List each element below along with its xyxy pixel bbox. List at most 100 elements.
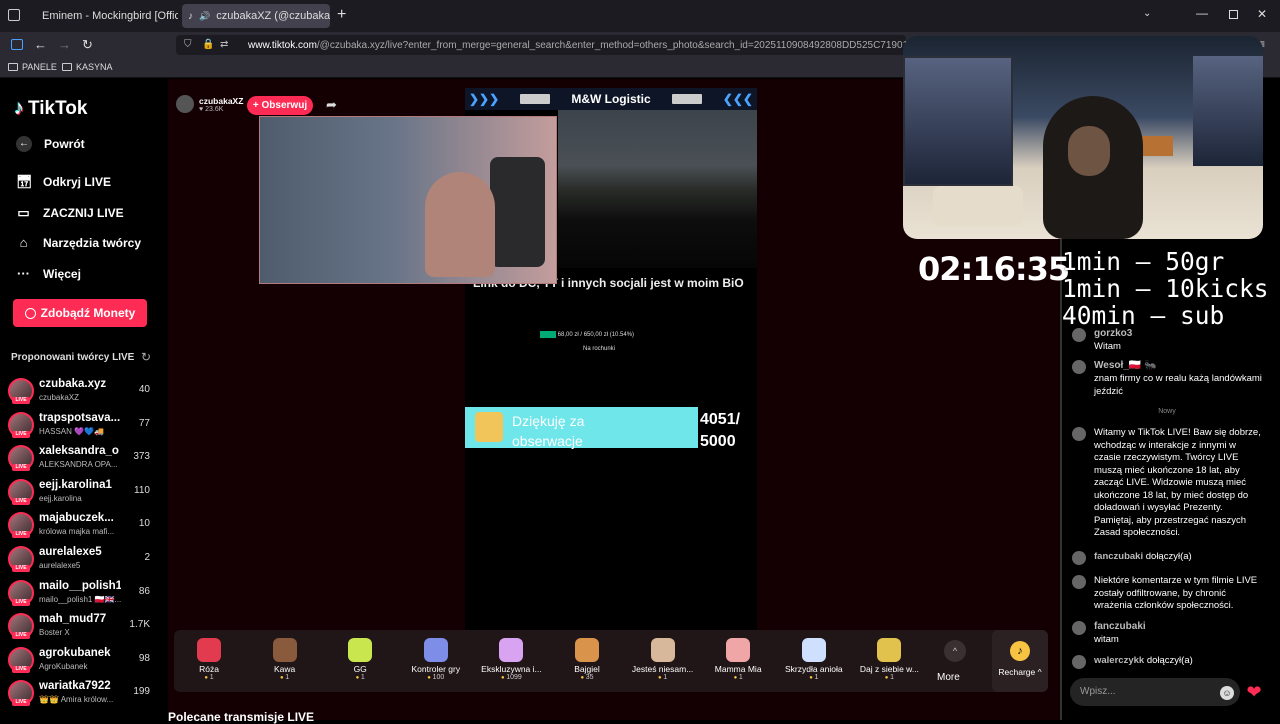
maximize-icon[interactable] bbox=[1229, 10, 1238, 19]
recharge-button[interactable]: ♪ Recharge ^ bbox=[992, 630, 1048, 692]
chat-text: witam bbox=[1094, 634, 1119, 645]
gift-item[interactable]: Róża1 bbox=[174, 630, 244, 692]
suggested-creators-title: Proponowani twórcy LIVE bbox=[11, 352, 135, 363]
gift-item[interactable]: Ekskluzywna i...1099 bbox=[476, 630, 546, 692]
creator-item[interactable]: LIVE wariatka7922 👑👑 Amira królow... 199 bbox=[8, 677, 156, 709]
permissions-icon[interactable]: ⇄ bbox=[220, 39, 228, 50]
forward-icon[interactable]: → bbox=[58, 37, 71, 52]
gift-item[interactable]: Kawa1 bbox=[250, 630, 320, 692]
chat-avatar[interactable] bbox=[1072, 427, 1086, 441]
creator-item[interactable]: LIVE mah_mud77 Boster X 1.7K bbox=[8, 610, 156, 642]
reload-icon[interactable]: ↻ bbox=[82, 37, 93, 53]
tab-title: czubakaXZ (@czubaka.xyz) bbox=[216, 10, 330, 22]
folder-icon bbox=[8, 63, 18, 71]
gift-item[interactable]: Skrzydła anioła1 bbox=[779, 630, 849, 692]
chat-avatar[interactable] bbox=[1072, 551, 1086, 565]
gift-item[interactable]: Jesteś niesam...1 bbox=[628, 630, 698, 692]
gift-name: Kontroler gry bbox=[411, 664, 461, 674]
share-icon[interactable]: ➦ bbox=[326, 97, 337, 113]
gift-name: Róża bbox=[199, 664, 219, 674]
gift-item[interactable]: Mamma Mia1 bbox=[703, 630, 773, 692]
heart-icon[interactable]: ❤ bbox=[1242, 678, 1266, 706]
chat-text: dołączył(a) bbox=[1145, 551, 1192, 562]
chat-avatar[interactable] bbox=[1072, 575, 1086, 589]
chat-username[interactable]: walerczykk bbox=[1094, 655, 1144, 666]
gift-name: Jesteś niesam... bbox=[631, 664, 694, 674]
speaker-icon[interactable]: 🔊 bbox=[199, 11, 210, 22]
bookmark-kasyna[interactable]: KASYNA bbox=[62, 62, 113, 72]
chat-avatar[interactable] bbox=[1072, 621, 1086, 635]
creator-name: majabuczek... bbox=[39, 512, 114, 525]
live-badge: LIVE bbox=[12, 565, 30, 572]
viewer-count: 199 bbox=[133, 686, 150, 698]
gift-icon bbox=[877, 638, 902, 662]
nav-back[interactable]: ← Powrót bbox=[16, 136, 85, 152]
chat-username[interactable]: Wesoł_🇵🇱 🐜 bbox=[1094, 360, 1157, 373]
creator-item[interactable]: LIVE aurelalexe5 aurelalexe5 2 bbox=[8, 543, 156, 575]
creator-name: agrokubanek bbox=[39, 646, 111, 659]
gift-icon bbox=[575, 638, 599, 662]
tiktok-logo[interactable]: ♪ TikTok bbox=[14, 97, 87, 120]
chevron-down-icon[interactable]: ⌄ bbox=[1143, 8, 1151, 19]
minimize-icon[interactable]: — bbox=[1196, 6, 1208, 20]
lock-icon[interactable]: 🔒 bbox=[202, 39, 214, 50]
creator-item[interactable]: LIVE xaleksandra_o ALEKSANDRA OPA... 373 bbox=[8, 442, 156, 474]
viewer-count: 98 bbox=[138, 652, 150, 664]
streamer-avatar[interactable] bbox=[176, 95, 194, 113]
gift-price: 100 bbox=[401, 674, 471, 681]
creator-item[interactable]: LIVE agrokubanek AgroKubanek 98 bbox=[8, 644, 156, 676]
tiktok-sidebar: ♪ TikTok ← Powrót 📅︎ Odkryj LIVE ▭ ZACZN… bbox=[0, 79, 168, 720]
creator-item[interactable]: LIVE czubaka.xyz czubakaXZ 40 bbox=[8, 375, 156, 407]
emoji-icon[interactable]: ☺ bbox=[1220, 686, 1234, 700]
shield-icon[interactable]: ⛉ bbox=[184, 39, 192, 50]
creator-name: mailo__polish1 bbox=[39, 579, 121, 592]
gift-item[interactable]: Daj z siebie w...1 bbox=[854, 630, 924, 692]
gift-item[interactable]: GG1 bbox=[325, 630, 395, 692]
new-messages-divider: Nowy bbox=[1158, 408, 1176, 415]
bookmark-panele[interactable]: PANELE bbox=[8, 62, 57, 72]
nav-discover-live[interactable]: 📅︎ Odkryj LIVE bbox=[16, 174, 111, 190]
url-input[interactable]: ⛉ 🔒 ⇄ www.tiktok.com/@czubaka.xyz/live?e… bbox=[176, 35, 906, 55]
chat-input[interactable]: Wpisz... ☺ bbox=[1070, 678, 1240, 706]
chat-avatar[interactable] bbox=[1072, 360, 1086, 374]
sidebar-toggle-icon[interactable] bbox=[11, 39, 23, 50]
chat-avatar[interactable] bbox=[1072, 328, 1086, 342]
creator-item[interactable]: LIVE majabuczek... królowa majka mafi... 10 bbox=[8, 509, 156, 541]
gift-price: 1 bbox=[325, 674, 395, 681]
gift-item[interactable]: Bajgiel35 bbox=[552, 630, 622, 692]
creator-nickname: eejj.karolina bbox=[39, 493, 82, 503]
gaming-chair bbox=[490, 157, 545, 267]
back-icon[interactable]: ← bbox=[34, 37, 47, 52]
creator-nickname: AgroKubanek bbox=[39, 661, 88, 671]
live-badge: LIVE bbox=[12, 531, 30, 539]
nav-more[interactable]: ··· Więcej bbox=[16, 266, 81, 281]
system-text: Niektóre komentarze w tym filmie LIVE zo… bbox=[1094, 575, 1258, 611]
chat-username[interactable]: fanczubaki bbox=[1094, 551, 1143, 562]
get-coins-button[interactable]: Zdobądź Monety bbox=[13, 299, 147, 327]
chat-avatar[interactable] bbox=[1072, 655, 1086, 669]
new-tab-icon[interactable]: + bbox=[337, 6, 346, 24]
refresh-icon[interactable]: ↻ bbox=[141, 350, 151, 364]
creator-nickname: ALEKSANDRA OPA... bbox=[39, 460, 118, 470]
live-badge: LIVE bbox=[12, 397, 30, 404]
creator-item[interactable]: LIVE eejj.karolina1 eejj.karolina 110 bbox=[8, 476, 156, 508]
follow-button[interactable]: + Obserwuj bbox=[247, 96, 313, 115]
more-gifts-label[interactable]: More bbox=[937, 672, 960, 683]
tab-list-icon[interactable] bbox=[8, 9, 20, 21]
nav-creator-tools[interactable]: ⌂ Narzędzia twórcy bbox=[16, 235, 141, 250]
creator-item[interactable]: LIVE trapspotsava... HASSAN 💜💙🚚 77 bbox=[8, 409, 156, 441]
viewer-count: 2 bbox=[144, 552, 150, 563]
back-arrow-icon: ← bbox=[16, 136, 32, 152]
gift-item[interactable]: Kontroler gry100 bbox=[401, 630, 471, 692]
chat-text: Witam bbox=[1094, 341, 1121, 352]
creator-item[interactable]: LIVE mailo__polish1 mailo__polish1 🇵🇱🇬🇧...… bbox=[8, 577, 156, 609]
streamer-info[interactable]: czubakaXZ ♥ 23.6K bbox=[176, 95, 243, 113]
chat-username[interactable]: fanczubaki bbox=[1094, 621, 1146, 634]
tab-tiktok[interactable]: ♪ 🔊 czubakaXZ (@czubaka.xyz) ✕ bbox=[182, 4, 330, 28]
gift-icon bbox=[726, 638, 751, 662]
tab-mockingbird[interactable]: Eminem - Mockingbird [Official ✕ bbox=[30, 4, 178, 28]
nav-start-live[interactable]: ▭ ZACZNIJ LIVE bbox=[16, 205, 123, 221]
more-gifts-icon[interactable]: ^ bbox=[944, 640, 966, 662]
close-window-icon[interactable]: ✕ bbox=[1257, 7, 1267, 21]
city-window bbox=[903, 56, 1013, 186]
